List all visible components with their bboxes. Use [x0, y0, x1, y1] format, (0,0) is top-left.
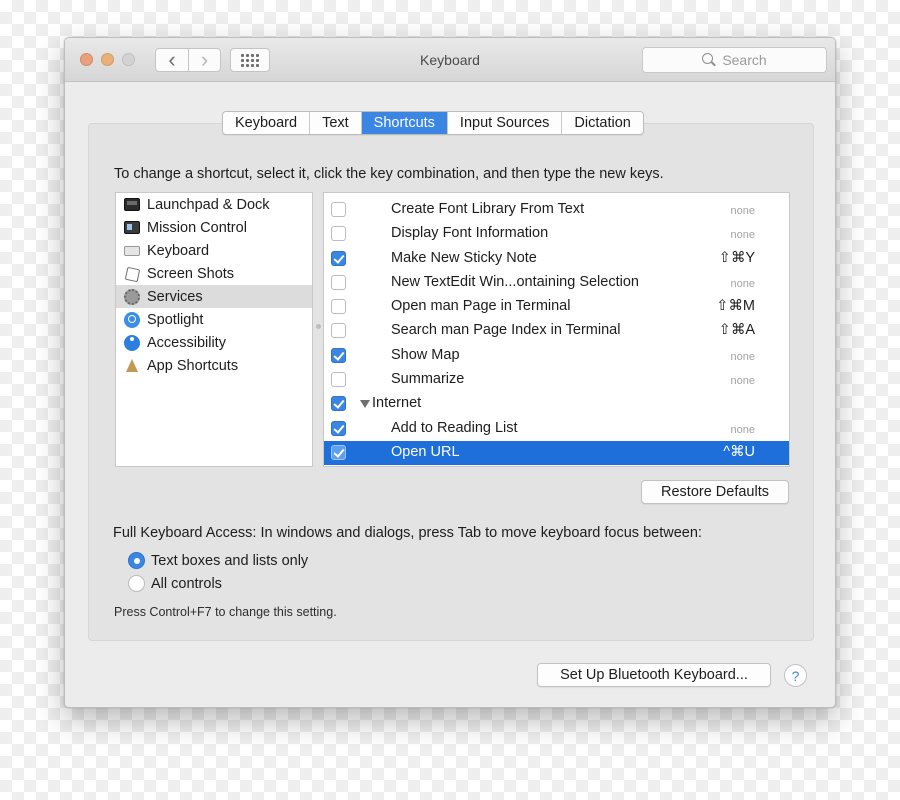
tab-bar: Keyboard Text Shortcuts Input Sources Di… [222, 111, 644, 135]
category-keyboard[interactable]: Keyboard [116, 239, 312, 262]
shortcut-row[interactable]: Summarize none [324, 368, 789, 392]
shortcut-group-label: Internet [372, 395, 422, 412]
shortcut-label: Open man Page in Terminal [391, 298, 571, 315]
category-label: Accessibility [147, 334, 226, 351]
restore-defaults-button[interactable]: Restore Defaults [641, 480, 789, 504]
search-placeholder: Search [722, 52, 767, 68]
shortcut-key[interactable]: ⇧⌘Y [719, 250, 755, 266]
shortcut-key[interactable]: none [731, 205, 755, 217]
setup-bluetooth-keyboard-button[interactable]: Set Up Bluetooth Keyboard... [537, 663, 771, 687]
shortcut-key[interactable]: ⇧⌘A [719, 322, 755, 338]
radio-button-selected[interactable] [128, 552, 145, 569]
split-view-handle[interactable] [316, 324, 321, 329]
shortcut-label: Open URL [391, 443, 460, 460]
shortcut-checkbox[interactable] [331, 444, 346, 460]
category-label: Services [147, 288, 203, 305]
category-label: App Shortcuts [147, 357, 239, 374]
shortcut-group-row[interactable]: Internet [324, 392, 789, 416]
gear-icon [124, 288, 140, 305]
full-keyboard-access-label: Full Keyboard Access: In windows and dia… [113, 525, 702, 541]
category-mission-control[interactable]: Mission Control [116, 216, 312, 239]
tab-text[interactable]: Text [310, 112, 362, 134]
radio-all-controls[interactable]: All controls [128, 575, 222, 592]
category-launchpad-dock[interactable]: Launchpad & Dock [116, 193, 312, 216]
shortcut-checkbox[interactable] [331, 372, 346, 388]
shortcut-key[interactable]: ⇧⌘M [716, 298, 755, 314]
keyboard-access-hint: Press Control+F7 to change this setting. [114, 605, 337, 619]
app-shortcuts-icon [124, 359, 140, 372]
shortcut-checkbox[interactable] [331, 299, 346, 315]
shortcut-key[interactable]: ^⌘U [723, 444, 755, 460]
search-input[interactable]: Search [642, 47, 827, 73]
radio-button[interactable] [128, 575, 145, 592]
tab-keyboard[interactable]: Keyboard [223, 112, 311, 134]
shortcut-checkbox[interactable] [331, 323, 346, 339]
shortcut-list[interactable]: Create Font Library From Text none Displ… [323, 192, 790, 467]
spotlight-icon [124, 311, 140, 328]
shortcut-key[interactable]: none [731, 351, 755, 363]
category-app-shortcuts[interactable]: App Shortcuts [116, 354, 312, 377]
category-label: Launchpad & Dock [147, 196, 270, 213]
shortcut-checkbox[interactable] [331, 226, 346, 242]
shortcut-key[interactable]: none [731, 229, 755, 241]
shortcut-instruction: To change a shortcut, select it, click t… [114, 166, 664, 182]
category-label: Keyboard [147, 242, 210, 259]
shortcut-row[interactable]: Make New Sticky Note ⇧⌘Y [324, 247, 789, 271]
category-accessibility[interactable]: Accessibility [116, 331, 312, 354]
shortcut-checkbox[interactable] [331, 274, 346, 290]
category-services[interactable]: Services [116, 285, 312, 308]
shortcut-row[interactable]: Search man Page Index in Terminal ⇧⌘A [324, 319, 789, 343]
shortcut-checkbox[interactable] [331, 250, 346, 266]
shortcut-checkbox[interactable] [331, 347, 346, 363]
shortcut-key[interactable]: none [731, 424, 755, 436]
shortcut-label: Search man Page Index in Terminal [391, 322, 621, 339]
shortcut-label: Summarize [391, 371, 465, 388]
shortcut-key[interactable]: none [731, 375, 755, 387]
category-screen-shots[interactable]: Screen Shots [116, 262, 312, 285]
disclosure-triangle-icon[interactable] [360, 400, 370, 409]
tab-input-sources[interactable]: Input Sources [448, 112, 563, 134]
category-spotlight[interactable]: Spotlight [116, 308, 312, 331]
category-label: Spotlight [147, 311, 204, 328]
shortcut-row[interactable]: New TextEdit Win...ontaining Selection n… [324, 271, 789, 295]
accessibility-icon [124, 334, 140, 351]
help-button[interactable]: ? [784, 664, 807, 687]
shortcut-label: Create Font Library From Text [391, 201, 585, 217]
help-icon: ? [791, 667, 800, 684]
shortcut-checkbox[interactable] [331, 420, 346, 436]
keyboard-preferences-window: ‹ › Keyboard Search Keyboard Text Shortc… [64, 37, 836, 708]
shortcut-row-selected[interactable]: Open URL ^⌘U [324, 440, 789, 466]
shortcut-label: Add to Reading List [391, 419, 518, 436]
shortcut-row[interactable]: Add to Reading List none [324, 417, 789, 441]
shortcut-key[interactable]: none [731, 278, 755, 290]
shortcut-checkbox[interactable] [331, 396, 346, 412]
category-label: Mission Control [147, 219, 247, 236]
mission-control-icon [124, 221, 140, 234]
shortcut-checkbox[interactable] [331, 202, 346, 217]
shortcut-row[interactable]: Create Font Library From Text none [324, 198, 789, 222]
title-bar: ‹ › Keyboard Search [65, 38, 835, 82]
shortcut-label: Display Font Information [391, 225, 549, 242]
search-icon [702, 53, 716, 67]
tab-dictation[interactable]: Dictation [562, 112, 642, 134]
screenshot-icon [124, 267, 140, 280]
shortcut-label: New TextEdit Win...ontaining Selection [391, 273, 639, 290]
tab-shortcuts[interactable]: Shortcuts [361, 112, 448, 134]
radio-label: All controls [151, 575, 222, 592]
shortcut-label: Show Map [391, 346, 460, 363]
launchpad-dock-icon [124, 198, 140, 211]
category-list[interactable]: Launchpad & Dock Mission Control Keyboar… [115, 192, 313, 467]
radio-label: Text boxes and lists only [151, 552, 309, 569]
radio-text-boxes-lists[interactable]: Text boxes and lists only [128, 552, 308, 569]
shortcut-row[interactable]: Display Font Information none [324, 222, 789, 246]
shortcut-row[interactable]: Open man Page in Terminal ⇧⌘M [324, 295, 789, 319]
shortcut-row[interactable]: Show Map none [324, 344, 789, 368]
shortcut-label: Make New Sticky Note [391, 249, 537, 266]
category-label: Screen Shots [147, 265, 235, 282]
keyboard-icon [124, 245, 140, 256]
